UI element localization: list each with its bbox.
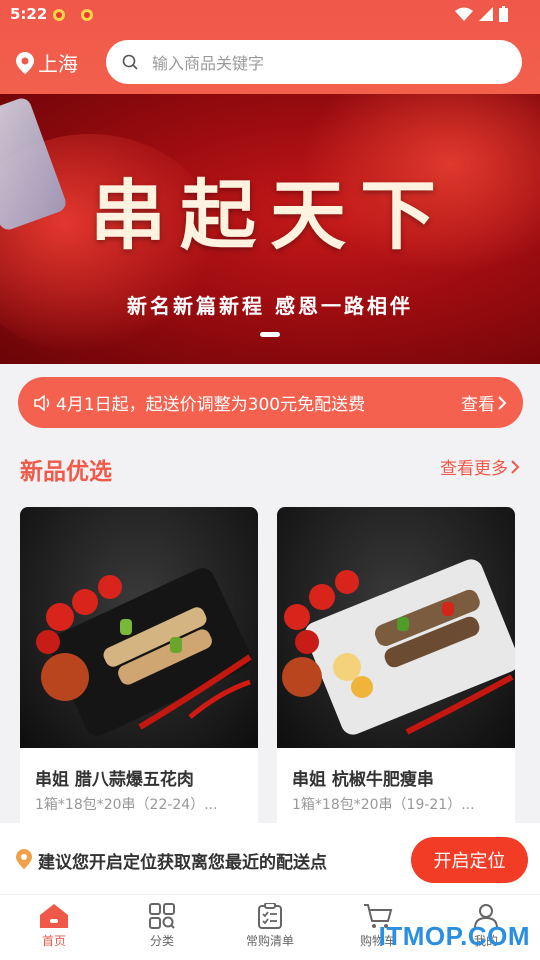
view-more-label: 查看更多 <box>440 459 508 479</box>
skewer-photo <box>282 559 515 735</box>
status-time: 5:22 <box>10 5 48 23</box>
product-image <box>277 507 515 748</box>
home-icon <box>40 904 68 928</box>
notice-view-link[interactable]: 查看 <box>461 390 507 415</box>
category-icon <box>149 903 175 929</box>
notification-icon <box>53 9 65 21</box>
battery-icon <box>499 6 508 22</box>
view-more-link[interactable]: 查看更多 <box>440 454 520 479</box>
wifi-icon <box>455 7 473 21</box>
location-prompt: 建议您开启定位获取离您最近的配送点 开启定位 <box>0 823 540 895</box>
skewer-photo <box>36 568 252 736</box>
signal-icon <box>479 7 493 21</box>
tab-category[interactable]: 分类 <box>108 895 216 960</box>
tab-label: 首页 <box>41 934 66 948</box>
product-name: 串姐 杭椒牛肥瘦串 <box>292 770 434 790</box>
notice-bar[interactable]: 4月1日起，起送价调整为300元免配送费 查看 <box>18 377 523 428</box>
product-spec: 1箱*18包*20串（19-21）... <box>292 797 475 813</box>
tab-label: 分类 <box>149 934 174 948</box>
location-pin-icon <box>16 51 34 74</box>
notice-message: 4月1日起，起送价调整为300元免配送费 <box>56 395 366 415</box>
chevron-right-icon <box>511 459 520 474</box>
speaker-icon <box>34 394 50 411</box>
product-card[interactable]: 串姐 杭椒牛肥瘦串 1箱*18包*20串（19-21）... <box>277 507 515 837</box>
chevron-right-icon <box>498 395 507 410</box>
search-input[interactable]: 输入商品关键字 <box>106 40 522 84</box>
location-prompt-message: 建议您开启定位获取离您最近的配送点 <box>38 853 327 873</box>
list-icon <box>258 903 282 929</box>
banner-subline: 新名新篇新程 感恩一路相伴 <box>127 294 413 318</box>
search-placeholder: 输入商品关键字 <box>152 54 265 73</box>
carousel-indicator <box>260 332 280 337</box>
section-title: 新品优选 <box>20 459 112 485</box>
product-image <box>20 507 258 748</box>
tab-home[interactable]: 首页 <box>0 895 108 960</box>
location-name: 上海 <box>38 52 78 76</box>
enable-location-button[interactable]: 开启定位 <box>411 837 528 883</box>
app-header: 5:22 上海 输入商品关键字 <box>0 0 540 94</box>
location-pin-icon <box>16 849 32 869</box>
tab-frequent-list[interactable]: 常购清单 <box>216 895 324 960</box>
promo-banner[interactable]: 串起天下 新名新篇新程 感恩一路相伴 <box>0 94 540 364</box>
status-bar: 5:22 <box>0 0 540 30</box>
watermark: ITMOP.COM <box>378 921 530 951</box>
product-card[interactable]: 串姐 腊八蒜爆五花肉 1箱*18包*20串（22-24）... <box>20 507 258 837</box>
product-name: 串姐 腊八蒜爆五花肉 <box>35 770 194 790</box>
product-spec: 1箱*18包*20串（22-24）... <box>35 797 218 813</box>
notice-view-label: 查看 <box>461 395 495 415</box>
location-selector[interactable]: 上海 <box>16 48 78 77</box>
banner-headline: 串起天下 <box>90 171 450 260</box>
tab-label: 常购清单 <box>245 934 294 948</box>
notification-icon <box>81 9 93 21</box>
search-icon <box>122 54 138 70</box>
